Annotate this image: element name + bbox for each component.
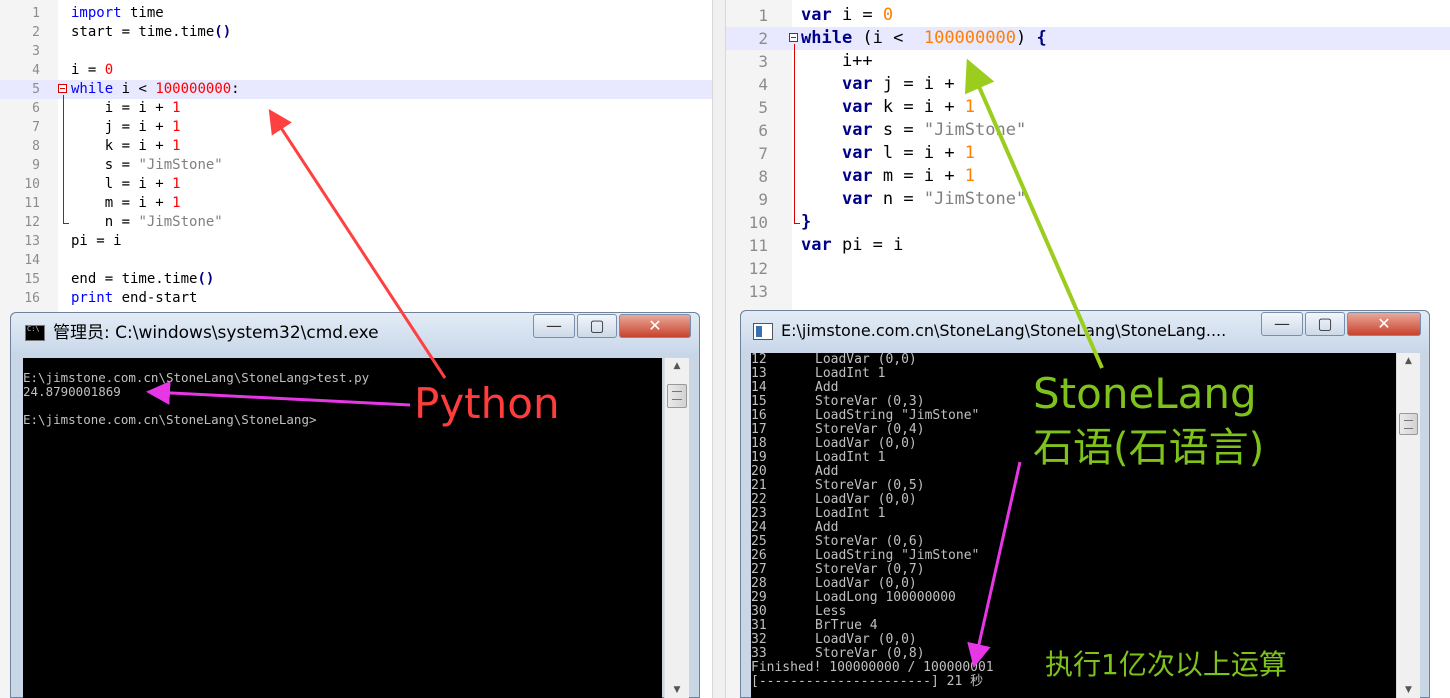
python-label: Python (414, 379, 560, 428)
python-loop-arrow (268, 108, 447, 379)
python-time-arrow (146, 380, 411, 407)
stonelang-chinese-label: 石语(石语言) (1033, 425, 1265, 471)
stonelang-loop-arrow (964, 58, 1104, 369)
annotation-arrows (146, 58, 1104, 668)
stonelang-label: StoneLang (1033, 369, 1257, 418)
stonelang-time-arrow (967, 461, 1022, 668)
operations-note: 执行1亿次以上运算 (1045, 648, 1287, 681)
